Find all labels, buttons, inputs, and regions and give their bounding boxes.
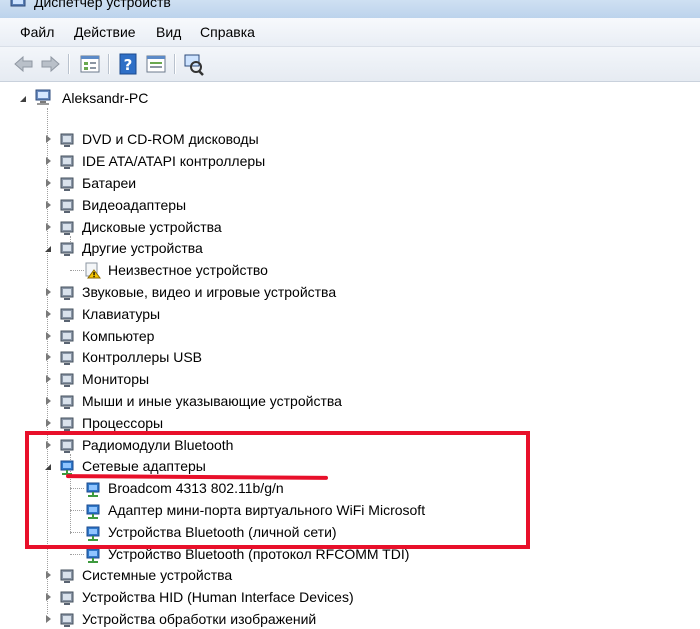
- scan-hardware-icon[interactable]: [182, 52, 206, 76]
- dvd-drive-icon: [60, 133, 74, 148]
- tree-connector: [70, 553, 84, 555]
- disk-drive-icon: [60, 221, 74, 235]
- menu-file[interactable]: Файл: [20, 24, 54, 40]
- unknown-device-warning-icon: [85, 262, 101, 279]
- tree-item-label: Неизвестное устройство: [108, 262, 268, 279]
- tree-item-label: Мыши и иные указывающие устройства: [82, 392, 342, 409]
- properties-grid-icon[interactable]: [78, 52, 102, 76]
- tree-item-label: Другие устройства: [82, 240, 203, 257]
- tree-item-label: Батареи: [82, 174, 137, 191]
- svg-text:?: ?: [124, 56, 133, 74]
- collapse-arrow-icon[interactable]: [45, 246, 51, 253]
- tree-item-label: IDE ATA/ATAPI контроллеры: [82, 153, 266, 170]
- toolbar-separator: [108, 54, 109, 74]
- tree-item-label: Системные устройства: [82, 567, 233, 584]
- tree-item-label: Дисковые устройства: [82, 218, 222, 235]
- monitor-icon: [60, 373, 74, 388]
- expand-arrow-icon[interactable]: [46, 614, 51, 623]
- menu-view[interactable]: Вид: [156, 24, 181, 40]
- expand-arrow-icon[interactable]: [46, 418, 51, 427]
- menu-bar: Файл Действие Вид Справка: [0, 18, 700, 47]
- hid-icon: [60, 591, 74, 606]
- expand-arrow-icon[interactable]: [46, 222, 51, 231]
- computer-icon: [60, 330, 74, 344]
- expand-arrow-icon[interactable]: [46, 309, 51, 318]
- expand-arrow-icon[interactable]: [46, 178, 51, 187]
- tree-item-label: Устройства HID (Human Interface Devices): [82, 589, 354, 606]
- tree-item-label: Мониторы: [82, 371, 150, 388]
- back-arrow-icon[interactable]: [12, 52, 36, 76]
- tree-item-label: Звуковые, видео и игровые устройства: [82, 283, 337, 300]
- ide-controller-icon: [60, 155, 74, 170]
- tree-item-label: Клавиатуры: [82, 305, 161, 322]
- system-devices-icon: [60, 569, 74, 584]
- expand-arrow-icon[interactable]: [46, 396, 51, 405]
- menu-action[interactable]: Действие: [74, 24, 136, 40]
- expand-arrow-icon[interactable]: [46, 353, 51, 362]
- expand-arrow-icon[interactable]: [46, 287, 51, 296]
- mouse-icon: [60, 395, 74, 409]
- menu-help[interactable]: Справка: [200, 24, 255, 40]
- toolbar: ?: [0, 47, 700, 82]
- tree-item-label: DVD и CD-ROM дисководы: [82, 131, 259, 148]
- window-title: Диспетчер устройств: [34, 0, 171, 10]
- toolbar-separator: [174, 54, 175, 74]
- expand-arrow-icon[interactable]: [46, 200, 51, 209]
- expand-arrow-icon[interactable]: [46, 331, 51, 340]
- console-tree-icon[interactable]: [144, 52, 168, 76]
- speaker-icon: [60, 286, 74, 300]
- forward-arrow-icon[interactable]: [38, 52, 62, 76]
- tree-item-label: Устройства обработки изображений: [82, 610, 317, 627]
- expand-arrow-icon[interactable]: [46, 593, 51, 602]
- help-icon[interactable]: ?: [116, 52, 140, 76]
- tree-item-label: Контроллеры USB: [82, 349, 202, 366]
- display-adapter-icon: [60, 199, 74, 213]
- usb-icon: [60, 351, 74, 366]
- processor-icon: [60, 417, 74, 431]
- tree-item-label: Видеоадаптеры: [82, 196, 187, 213]
- expand-arrow-icon[interactable]: [46, 135, 51, 144]
- tree-item-label: Процессоры: [82, 414, 164, 431]
- tree-connector: [70, 270, 84, 272]
- highlight-frame: [25, 431, 530, 549]
- other-devices-icon: [60, 242, 74, 257]
- keyboard-icon: [60, 308, 74, 322]
- imaging-icon: [60, 613, 74, 627]
- tree-root-label: Aleksandr-PC: [62, 90, 149, 106]
- expand-arrow-icon[interactable]: [46, 375, 51, 384]
- battery-icon: [60, 177, 74, 191]
- expand-arrow-icon[interactable]: [46, 571, 51, 580]
- tree-item-label: Компьютер: [82, 327, 155, 344]
- collapse-arrow-icon[interactable]: [20, 96, 26, 102]
- window-titlebar: Диспетчер устройств: [0, 0, 700, 18]
- computer-icon: [35, 89, 51, 105]
- device-manager-icon: [10, 0, 26, 7]
- toolbar-separator: [68, 54, 69, 74]
- expand-arrow-icon[interactable]: [46, 157, 51, 166]
